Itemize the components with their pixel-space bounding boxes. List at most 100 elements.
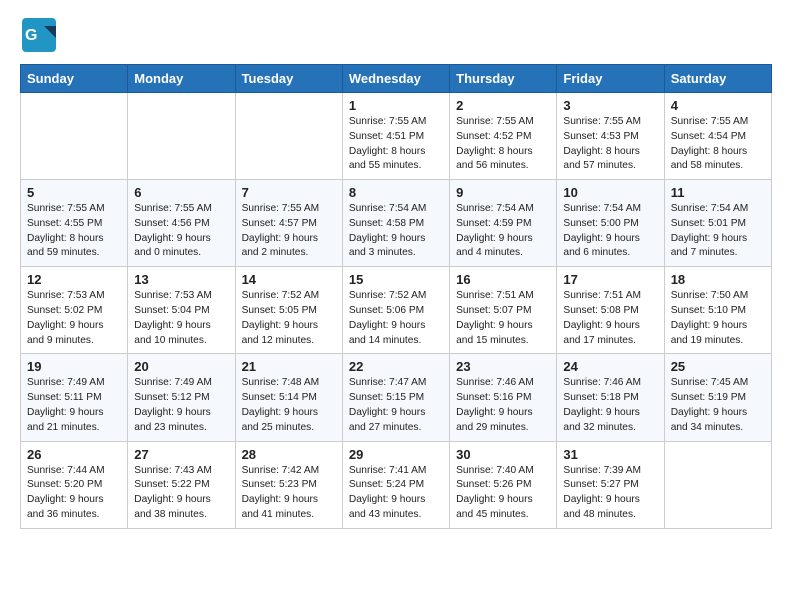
week-row-2: 5 Sunrise: 7:55 AM Sunset: 4:55 PM Daylig… bbox=[21, 180, 772, 267]
day-number: 31 bbox=[563, 447, 657, 462]
day-number: 27 bbox=[134, 447, 228, 462]
day-cell: 21 Sunrise: 7:48 AM Sunset: 5:14 PM Dayli… bbox=[235, 354, 342, 441]
svg-text:G: G bbox=[25, 27, 37, 44]
weekday-header-row: SundayMondayTuesdayWednesdayThursdayFrid… bbox=[21, 65, 772, 93]
day-info: Sunrise: 7:45 AM Sunset: 5:19 PM Dayligh… bbox=[671, 376, 765, 435]
day-number: 3 bbox=[563, 98, 657, 113]
day-cell: 14Sunrise: 7:52 AM Sunset: 5:05 PM Dayli… bbox=[235, 267, 342, 354]
day-info: Sunrise: 7:55 AM Sunset: 4:57 PM Dayligh… bbox=[242, 202, 336, 261]
day-info: Sunrise: 7:55 AM Sunset: 4:52 PM Dayligh… bbox=[456, 115, 550, 174]
day-number: 13 bbox=[134, 272, 228, 287]
day-cell: 31 Sunrise: 7:39 AM Sunset: 5:27 PM Dayli… bbox=[557, 441, 664, 528]
day-cell: 6 Sunrise: 7:55 AM Sunset: 4:56 PM Daylig… bbox=[128, 180, 235, 267]
day-number: 26 bbox=[27, 447, 121, 462]
weekday-wednesday: Wednesday bbox=[342, 65, 449, 93]
day-cell: 18 Sunrise: 7:50 AM Sunset: 5:10 PM Dayli… bbox=[664, 267, 771, 354]
weekday-saturday: Saturday bbox=[664, 65, 771, 93]
day-number: 14 bbox=[242, 272, 336, 287]
day-cell bbox=[664, 441, 771, 528]
day-number: 25 bbox=[671, 359, 765, 374]
day-cell: 11 Sunrise: 7:54 AM Sunset: 5:01 PM Dayli… bbox=[664, 180, 771, 267]
week-row-3: 12 Sunrise: 7:53 AM Sunset: 5:02 PM Dayli… bbox=[21, 267, 772, 354]
day-cell: 5 Sunrise: 7:55 AM Sunset: 4:55 PM Daylig… bbox=[21, 180, 128, 267]
weekday-friday: Friday bbox=[557, 65, 664, 93]
day-cell: 26 Sunrise: 7:44 AM Sunset: 5:20 PM Dayli… bbox=[21, 441, 128, 528]
day-info: Sunrise: 7:47 AM Sunset: 5:15 PM Dayligh… bbox=[349, 376, 443, 435]
day-number: 29 bbox=[349, 447, 443, 462]
day-number: 18 bbox=[671, 272, 765, 287]
header: G bbox=[20, 16, 772, 54]
day-number: 4 bbox=[671, 98, 765, 113]
day-info: Sunrise: 7:55 AM Sunset: 4:51 PM Dayligh… bbox=[349, 115, 443, 174]
day-number: 9 bbox=[456, 185, 550, 200]
day-number: 15 bbox=[349, 272, 443, 287]
day-info: Sunrise: 7:46 AM Sunset: 5:16 PM Dayligh… bbox=[456, 376, 550, 435]
day-cell: 17 Sunrise: 7:51 AM Sunset: 5:08 PM Dayli… bbox=[557, 267, 664, 354]
week-row-5: 26 Sunrise: 7:44 AM Sunset: 5:20 PM Dayli… bbox=[21, 441, 772, 528]
day-cell: 25 Sunrise: 7:45 AM Sunset: 5:19 PM Dayli… bbox=[664, 354, 771, 441]
logo-icon: G bbox=[20, 16, 58, 54]
day-number: 1 bbox=[349, 98, 443, 113]
day-cell: 7 Sunrise: 7:55 AM Sunset: 4:57 PM Daylig… bbox=[235, 180, 342, 267]
week-row-4: 19 Sunrise: 7:49 AM Sunset: 5:11 PM Dayli… bbox=[21, 354, 772, 441]
day-info: Sunrise: 7:52 AM Sunset: 5:06 PM Dayligh… bbox=[349, 289, 443, 348]
day-number: 19 bbox=[27, 359, 121, 374]
day-cell: 24 Sunrise: 7:46 AM Sunset: 5:18 PM Dayli… bbox=[557, 354, 664, 441]
weekday-thursday: Thursday bbox=[450, 65, 557, 93]
day-number: 10 bbox=[563, 185, 657, 200]
day-info: Sunrise: 7:54 AM Sunset: 5:01 PM Dayligh… bbox=[671, 202, 765, 261]
day-info: Sunrise: 7:49 AM Sunset: 5:11 PM Dayligh… bbox=[27, 376, 121, 435]
day-info: Sunrise: 7:49 AM Sunset: 5:12 PM Dayligh… bbox=[134, 376, 228, 435]
day-number: 16 bbox=[456, 272, 550, 287]
day-info: Sunrise: 7:39 AM Sunset: 5:27 PM Dayligh… bbox=[563, 464, 657, 523]
weekday-tuesday: Tuesday bbox=[235, 65, 342, 93]
day-info: Sunrise: 7:54 AM Sunset: 5:00 PM Dayligh… bbox=[563, 202, 657, 261]
day-cell: 16 Sunrise: 7:51 AM Sunset: 5:07 PM Dayli… bbox=[450, 267, 557, 354]
day-number: 7 bbox=[242, 185, 336, 200]
day-info: Sunrise: 7:51 AM Sunset: 5:08 PM Dayligh… bbox=[563, 289, 657, 348]
day-info: Sunrise: 7:55 AM Sunset: 4:55 PM Dayligh… bbox=[27, 202, 121, 261]
day-info: Sunrise: 7:54 AM Sunset: 4:58 PM Dayligh… bbox=[349, 202, 443, 261]
day-cell: 30 Sunrise: 7:40 AM Sunset: 5:26 PM Dayli… bbox=[450, 441, 557, 528]
day-cell: 28Sunrise: 7:42 AM Sunset: 5:23 PM Dayli… bbox=[235, 441, 342, 528]
day-number: 24 bbox=[563, 359, 657, 374]
day-number: 21 bbox=[242, 359, 336, 374]
day-info: Sunrise: 7:55 AM Sunset: 4:54 PM Dayligh… bbox=[671, 115, 765, 174]
day-number: 22 bbox=[349, 359, 443, 374]
day-number: 20 bbox=[134, 359, 228, 374]
day-number: 30 bbox=[456, 447, 550, 462]
day-info: Sunrise: 7:50 AM Sunset: 5:10 PM Dayligh… bbox=[671, 289, 765, 348]
day-info: Sunrise: 7:40 AM Sunset: 5:26 PM Dayligh… bbox=[456, 464, 550, 523]
day-info: Sunrise: 7:55 AM Sunset: 4:53 PM Dayligh… bbox=[563, 115, 657, 174]
day-cell: 10 Sunrise: 7:54 AM Sunset: 5:00 PM Dayli… bbox=[557, 180, 664, 267]
day-cell: 15 Sunrise: 7:52 AM Sunset: 5:06 PM Dayli… bbox=[342, 267, 449, 354]
day-info: Sunrise: 7:54 AM Sunset: 4:59 PM Dayligh… bbox=[456, 202, 550, 261]
page: G SundayMondayTuesdayWednesdayThursdayFr… bbox=[0, 0, 792, 612]
day-info: Sunrise: 7:51 AM Sunset: 5:07 PM Dayligh… bbox=[456, 289, 550, 348]
day-info: Sunrise: 7:53 AM Sunset: 5:02 PM Dayligh… bbox=[27, 289, 121, 348]
day-info: Sunrise: 7:53 AM Sunset: 5:04 PM Dayligh… bbox=[134, 289, 228, 348]
day-number: 11 bbox=[671, 185, 765, 200]
day-cell bbox=[21, 93, 128, 180]
day-number: 28 bbox=[242, 447, 336, 462]
day-info: Sunrise: 7:55 AM Sunset: 4:56 PM Dayligh… bbox=[134, 202, 228, 261]
day-info: Sunrise: 7:48 AM Sunset: 5:14 PM Dayligh… bbox=[242, 376, 336, 435]
day-info: Sunrise: 7:41 AM Sunset: 5:24 PM Dayligh… bbox=[349, 464, 443, 523]
week-row-1: 1 Sunrise: 7:55 AM Sunset: 4:51 PM Daylig… bbox=[21, 93, 772, 180]
day-number: 5 bbox=[27, 185, 121, 200]
day-cell: 29 Sunrise: 7:41 AM Sunset: 5:24 PM Dayli… bbox=[342, 441, 449, 528]
day-number: 6 bbox=[134, 185, 228, 200]
day-cell: 13 Sunrise: 7:53 AM Sunset: 5:04 PM Dayli… bbox=[128, 267, 235, 354]
day-number: 12 bbox=[27, 272, 121, 287]
day-cell: 20 Sunrise: 7:49 AM Sunset: 5:12 PM Dayli… bbox=[128, 354, 235, 441]
day-info: Sunrise: 7:46 AM Sunset: 5:18 PM Dayligh… bbox=[563, 376, 657, 435]
day-cell: 22 Sunrise: 7:47 AM Sunset: 5:15 PM Dayli… bbox=[342, 354, 449, 441]
day-cell bbox=[235, 93, 342, 180]
day-cell: 4 Sunrise: 7:55 AM Sunset: 4:54 PM Daylig… bbox=[664, 93, 771, 180]
day-info: Sunrise: 7:44 AM Sunset: 5:20 PM Dayligh… bbox=[27, 464, 121, 523]
day-number: 17 bbox=[563, 272, 657, 287]
weekday-monday: Monday bbox=[128, 65, 235, 93]
calendar: SundayMondayTuesdayWednesdayThursdayFrid… bbox=[20, 64, 772, 529]
day-cell: 12 Sunrise: 7:53 AM Sunset: 5:02 PM Dayli… bbox=[21, 267, 128, 354]
day-cell: 23Sunrise: 7:46 AM Sunset: 5:16 PM Dayli… bbox=[450, 354, 557, 441]
